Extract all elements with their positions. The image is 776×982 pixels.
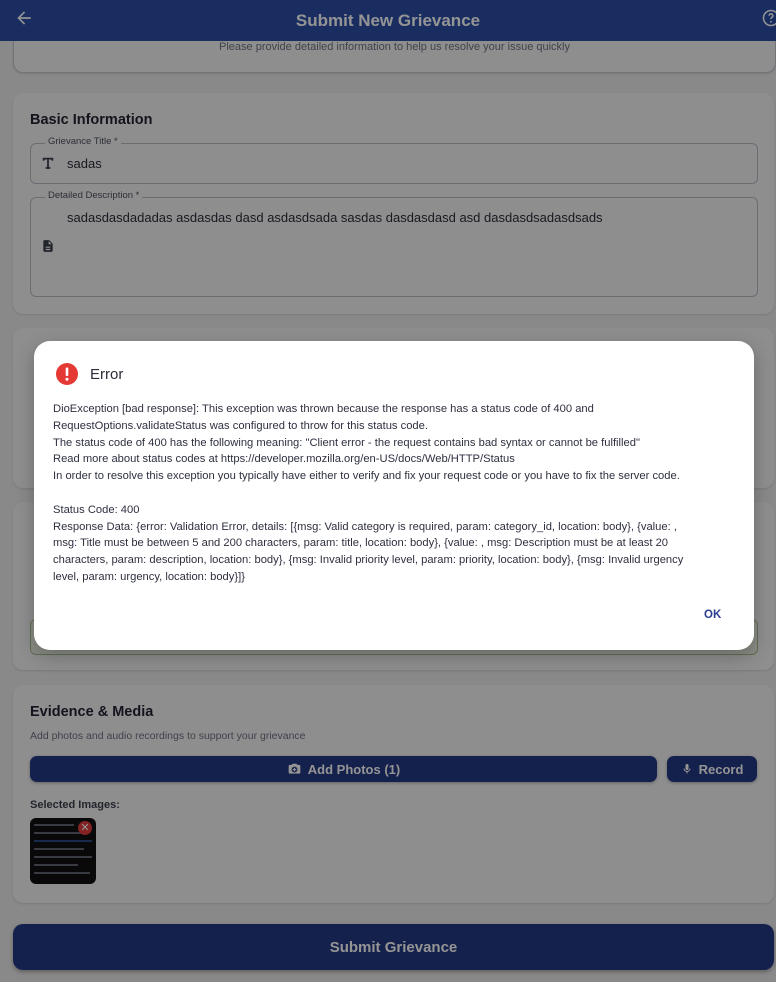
- dialog-message-line: Status Code: 400: [53, 503, 140, 516]
- dialog-message-line: msg: Title must be between 5 and 200 cha…: [53, 537, 669, 550]
- dialog-message-line: Response Data: {error: Validation Error,…: [53, 520, 677, 533]
- dialog-message-line: Read more about status codes at https://…: [53, 453, 515, 466]
- dialog-message-line: [53, 485, 743, 502]
- dialog-title: Error: [90, 366, 124, 383]
- dialog-message-line: characters, param: description, location…: [53, 554, 684, 567]
- dialog-message-line: In order to resolve this exception you t…: [53, 470, 680, 483]
- error-dialog: Error DioException [bad response]: This …: [34, 341, 754, 650]
- dialog-message-line: The status code of 400 has the following…: [53, 436, 640, 449]
- dialog-message-line: RequestOptions.validateStatus was config…: [53, 419, 428, 432]
- ok-button[interactable]: OK: [704, 609, 721, 621]
- error-icon: [56, 363, 78, 385]
- dialog-message: DioException [bad response]: This except…: [53, 401, 743, 586]
- dialog-message-line: level, param: urgency, location: body}]}: [53, 570, 245, 583]
- dialog-message-line: DioException [bad response]: This except…: [53, 403, 594, 415]
